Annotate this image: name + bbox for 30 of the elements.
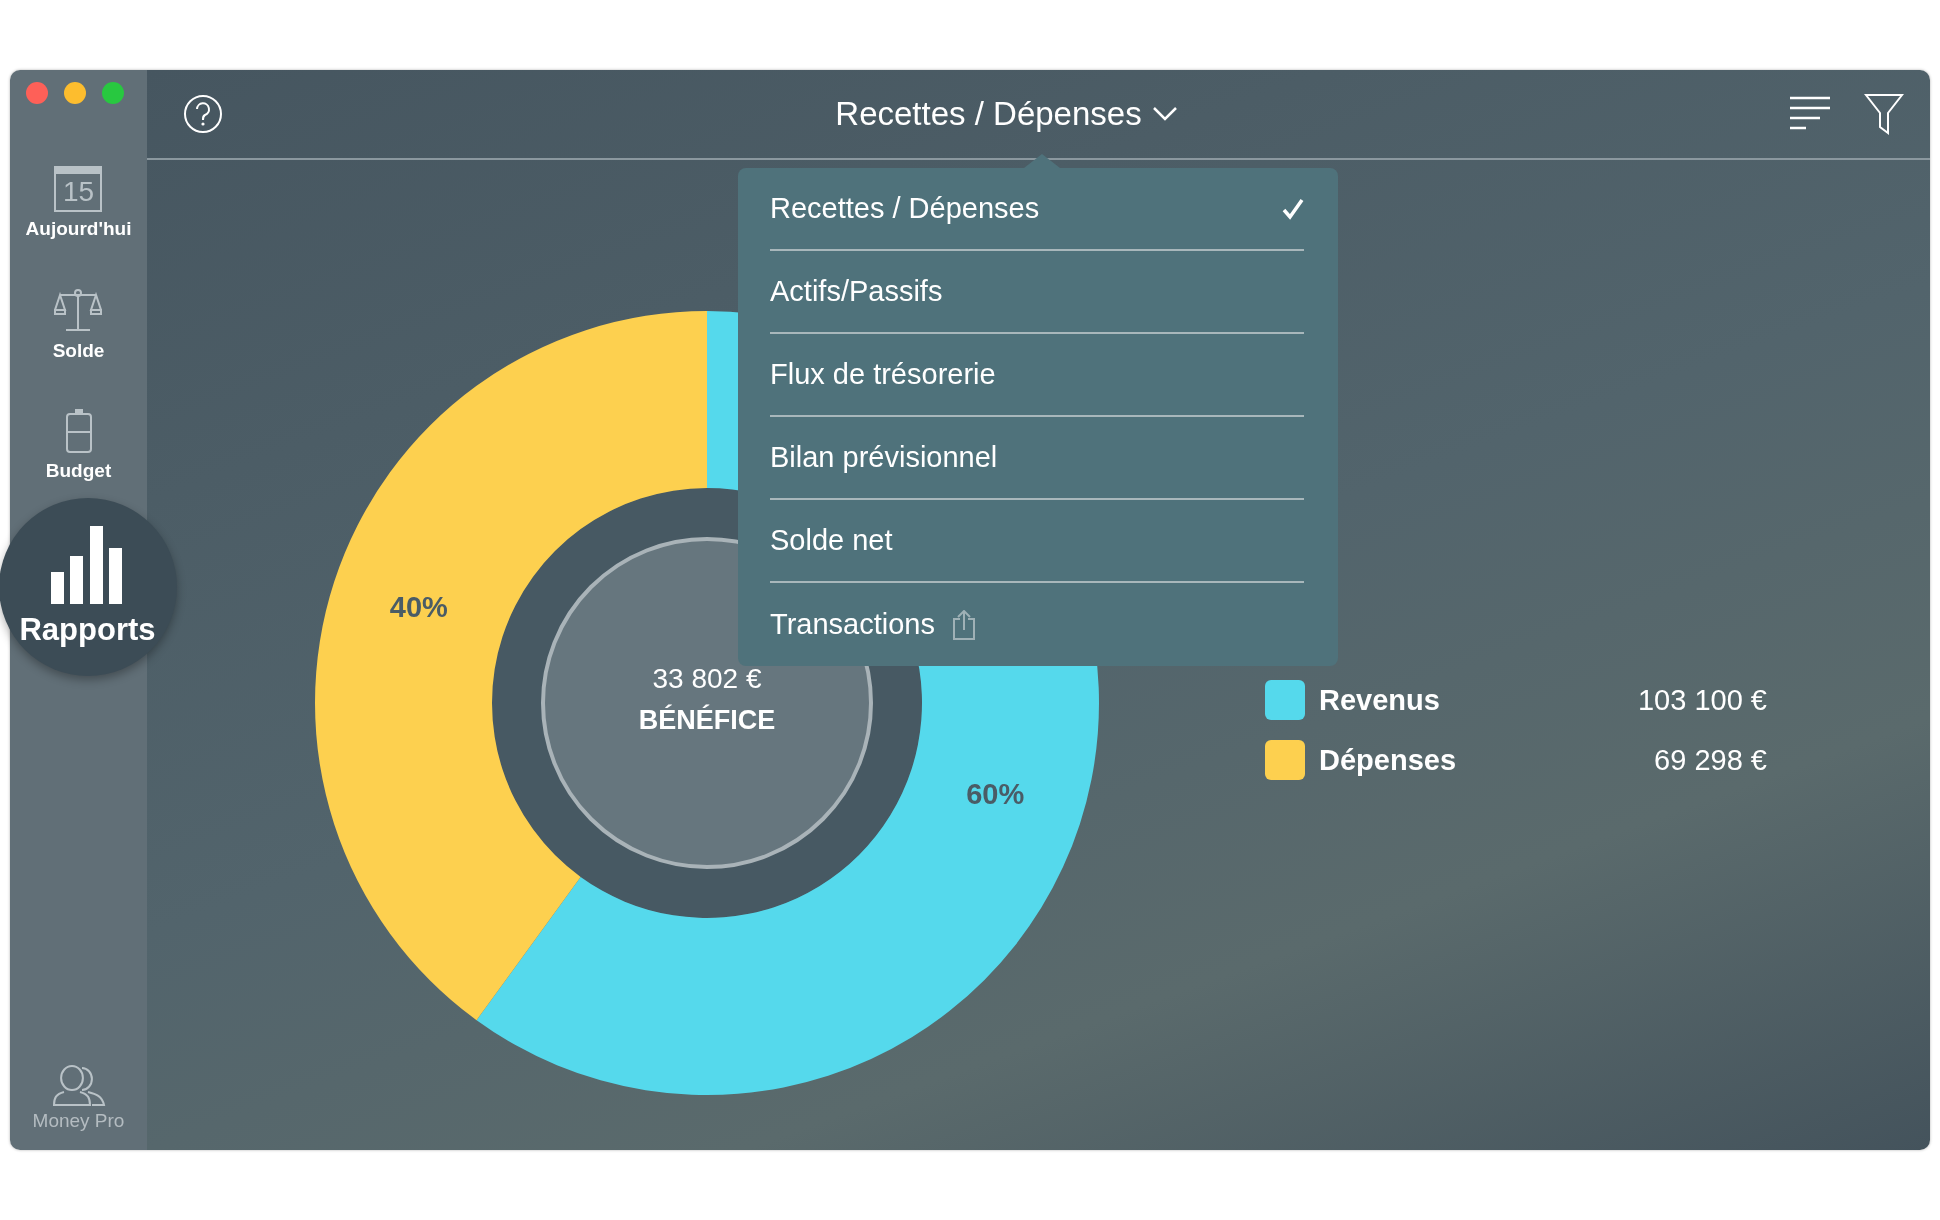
legend-label: Dépenses <box>1319 743 1457 777</box>
legend-amount: 103 100 € <box>1638 683 1767 717</box>
bar-chart-icon <box>50 526 125 604</box>
sidebar-item[interactable]: Solde <box>52 286 105 362</box>
report-selector[interactable]: Recettes / Dépenses <box>835 95 1178 133</box>
menu-item[interactable]: Bilan prévisionnel <box>770 417 1304 500</box>
minimize-button[interactable] <box>64 82 86 104</box>
chevron-down-icon <box>1151 106 1178 122</box>
slice-percentage: 40% <box>389 591 448 623</box>
share-icon <box>952 609 975 640</box>
menu-item[interactable]: Flux de trésorerie <box>770 334 1304 417</box>
legend-label: Revenus <box>1319 683 1441 717</box>
menu-item[interactable]: Transactions <box>770 583 1304 666</box>
profile-item[interactable]: Money Pro <box>32 1064 125 1132</box>
sidebar-item[interactable]: Budget <box>45 408 112 482</box>
sidebar-item[interactable]: Rapports <box>0 498 177 676</box>
calendar-day: 15 <box>62 178 95 206</box>
scale-icon <box>54 286 103 334</box>
people-icon <box>51 1064 106 1106</box>
sidebar-item[interactable]: 15 Aujourd'hui <box>25 166 132 240</box>
filter-icon[interactable] <box>1864 93 1904 135</box>
slice-percentage: 60% <box>966 778 1025 811</box>
legend-amount: 69 298 € <box>1654 743 1767 777</box>
menu-item[interactable]: Actifs/Passifs <box>770 251 1304 334</box>
menu-item[interactable]: Recettes / Dépenses <box>770 168 1304 251</box>
profit-amount: 33 802 € <box>652 663 762 694</box>
jar-icon <box>63 408 94 454</box>
profit-label: BÉNÉFICE <box>638 705 776 735</box>
menu-item[interactable]: Solde net <box>770 500 1304 583</box>
help-icon[interactable] <box>183 94 223 134</box>
